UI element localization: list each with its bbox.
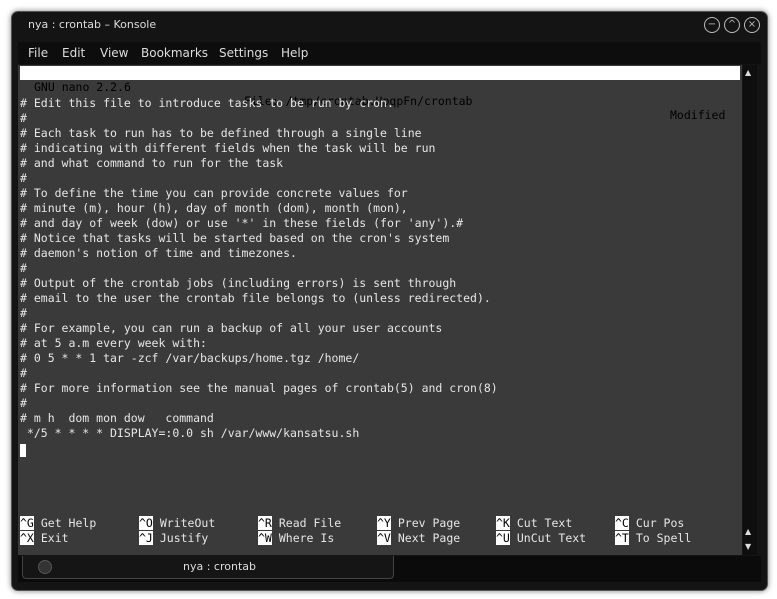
scroll-up-icon[interactable]: ▲ bbox=[745, 68, 751, 77]
editor-line: # m h dom mon dow command bbox=[20, 411, 214, 425]
shortcut-item: ^T To Spell bbox=[615, 531, 691, 546]
shortcut-key: ^V bbox=[377, 531, 391, 545]
shortcut-key: ^Y bbox=[377, 516, 391, 530]
editor-line: # and day of week (dow) or use '*' in th… bbox=[20, 216, 464, 230]
nano-header: GNU nano 2.2.6 File: /tmp/crontab.UpqpFn… bbox=[20, 66, 740, 122]
shortcut-item: ^U UnCut Text bbox=[496, 531, 586, 546]
editor-line: # email to the user the crontab file bel… bbox=[20, 291, 491, 305]
shortcut-item: ^Y Prev Page bbox=[377, 516, 460, 531]
tab-nya-crontab[interactable]: nya : crontab bbox=[22, 556, 394, 579]
shortcut-label: Where Is bbox=[278, 531, 335, 545]
terminal[interactable]: GNU nano 2.2.6 File: /tmp/crontab.UpqpFn… bbox=[18, 65, 742, 555]
editor-line: # For example, you can run a backup of a… bbox=[20, 321, 443, 335]
shortcut-label: Cut Text bbox=[516, 516, 573, 530]
menu-file[interactable]: File bbox=[28, 46, 48, 60]
editor-line: # bbox=[20, 306, 27, 320]
shortcut-key: ^R bbox=[258, 516, 272, 530]
editor-line: # bbox=[20, 171, 27, 185]
maximize-button[interactable]: ^ bbox=[724, 17, 740, 33]
editor-line: */5 * * * * DISPLAY=:0.0 sh /var/www/kan… bbox=[20, 426, 360, 440]
menu-help[interactable]: Help bbox=[281, 46, 308, 60]
tab-label: nya : crontab bbox=[183, 560, 256, 573]
window-title: nya : crontab – Konsole bbox=[28, 18, 157, 31]
shortcut-label: To Spell bbox=[635, 531, 692, 545]
editor-line: # bbox=[20, 396, 27, 410]
editor-line: # For more information see the manual pa… bbox=[20, 381, 498, 395]
shortcut-item: ^J Justify bbox=[139, 531, 208, 546]
editor-line: # Edit this file to introduce tasks to b… bbox=[20, 96, 394, 110]
shortcut-item: ^G Get Help bbox=[20, 516, 96, 531]
editor-line: # at 5 a.m every week with: bbox=[20, 336, 207, 350]
minimize-button[interactable]: − bbox=[704, 17, 720, 33]
shortcut-item: ^K Cut Text bbox=[496, 516, 572, 531]
scrollbar[interactable]: ▲ ▲ ▼ bbox=[743, 65, 757, 555]
shortcut-label: Get Help bbox=[40, 516, 97, 530]
editor-line: # bbox=[20, 111, 27, 125]
shortcut-item: ^V Next Page bbox=[377, 531, 460, 546]
shortcut-item: ^O WriteOut bbox=[139, 516, 215, 531]
shortcut-key: ^K bbox=[496, 516, 510, 530]
shortcut-label: Exit bbox=[40, 531, 69, 545]
shortcut-key: ^G bbox=[20, 516, 34, 530]
menu-settings[interactable]: Settings bbox=[219, 46, 268, 60]
editor-line: # Output of the crontab jobs (including … bbox=[20, 276, 457, 290]
shortcut-key: ^T bbox=[615, 531, 629, 545]
editor-line: # To define the time you can provide con… bbox=[20, 186, 408, 200]
scroll-up-icon[interactable]: ▲ bbox=[745, 527, 751, 536]
shortcut-label: WriteOut bbox=[159, 516, 216, 530]
shortcut-key: ^W bbox=[258, 531, 272, 545]
tab-bar: nya : crontab bbox=[18, 556, 761, 582]
nano-version: GNU nano 2.2.6 bbox=[34, 80, 131, 94]
shortcut-item: ^C Cur Pos bbox=[615, 516, 684, 531]
shortcut-label: Justify bbox=[159, 531, 209, 545]
editor-line: # bbox=[20, 366, 27, 380]
editor-line: # and what command to run for the task bbox=[20, 156, 284, 170]
shortcut-item: ^X Exit bbox=[20, 531, 69, 546]
shortcut-label: Next Page bbox=[397, 531, 461, 545]
close-button[interactable]: × bbox=[744, 17, 760, 33]
shortcut-key: ^X bbox=[20, 531, 34, 545]
shortcut-key: ^C bbox=[615, 516, 629, 530]
shortcut-key: ^O bbox=[139, 516, 153, 530]
terminal-icon bbox=[38, 560, 52, 574]
shortcut-label: UnCut Text bbox=[516, 531, 587, 545]
editor-line: # daemon's notion of time and timezones. bbox=[20, 246, 297, 260]
shortcut-label: Cur Pos bbox=[635, 516, 685, 530]
shortcut-item: ^W Where Is bbox=[258, 531, 334, 546]
editor-line: # 0 5 * * 1 tar -zcf /var/backups/home.t… bbox=[20, 351, 360, 365]
editor-line: # bbox=[20, 261, 27, 275]
shortcut-key: ^J bbox=[139, 531, 153, 545]
menu-edit[interactable]: Edit bbox=[62, 46, 85, 60]
menu-bar: File Edit View Bookmarks Settings Help bbox=[18, 42, 761, 64]
editor-line: # indicating with different fields when … bbox=[20, 141, 436, 155]
nano-status: Modified bbox=[670, 108, 726, 122]
menu-view[interactable]: View bbox=[100, 46, 128, 60]
shortcut-label: Prev Page bbox=[397, 516, 461, 530]
editor-line: # Notice that tasks will be started base… bbox=[20, 231, 450, 245]
shortcut-label: Read File bbox=[278, 516, 342, 530]
shortcut-key: ^U bbox=[496, 531, 510, 545]
konsole-window: nya : crontab – Konsole − ^ × File Edit … bbox=[11, 11, 768, 591]
text-cursor bbox=[20, 443, 26, 458]
editor-line: # Each task to run has to be defined thr… bbox=[20, 126, 422, 140]
scroll-down-icon[interactable]: ▼ bbox=[745, 542, 751, 551]
shortcut-item: ^R Read File bbox=[258, 516, 341, 531]
menu-bookmarks[interactable]: Bookmarks bbox=[141, 46, 208, 60]
editor-line: # minute (m), hour (h), day of month (do… bbox=[20, 201, 408, 215]
